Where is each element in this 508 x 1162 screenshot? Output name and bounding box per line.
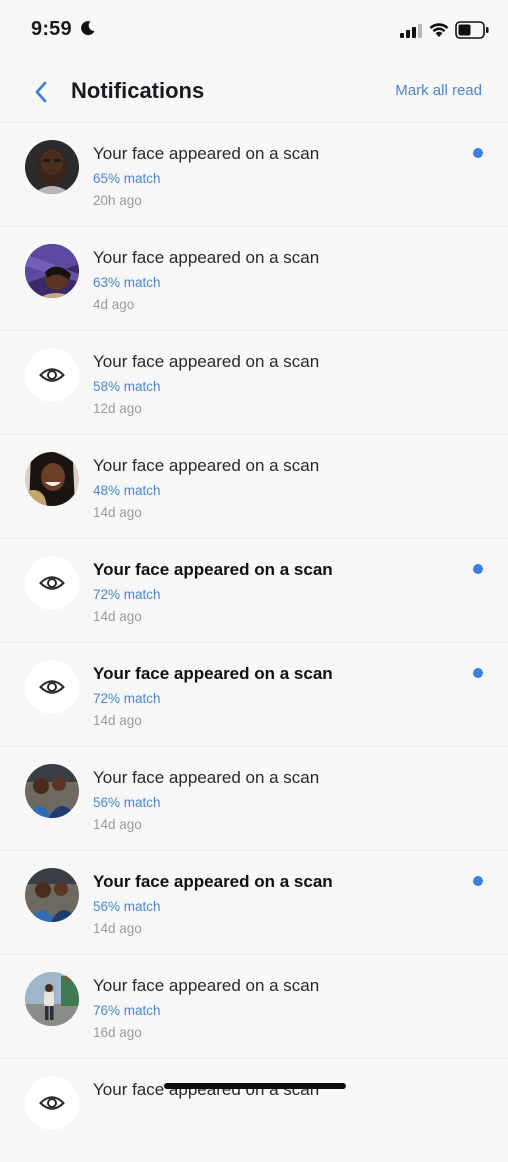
notification-time: 20h ago bbox=[93, 193, 142, 208]
notification-item[interactable]: Your face appeared on a scan 72% match 1… bbox=[0, 642, 508, 746]
notification-item[interactable]: Your face appeared on a scan 56% match 1… bbox=[0, 850, 508, 954]
notification-item[interactable]: Your face appeared on a scan 56% match 1… bbox=[0, 746, 508, 850]
page-title: Notifications bbox=[71, 78, 205, 103]
notification-title: Your face appeared on a scan bbox=[93, 144, 320, 163]
avatar bbox=[25, 972, 79, 1026]
match-percentage: 56% match bbox=[93, 795, 161, 810]
moon-icon bbox=[81, 21, 95, 36]
notification-item[interactable]: Your face appeared on a scan 72% match 1… bbox=[0, 538, 508, 642]
match-percentage: 65% match bbox=[93, 171, 161, 186]
notification-time: 14d ago bbox=[93, 817, 142, 832]
notification-title: Your face appeared on a scan bbox=[93, 248, 320, 267]
notification-title: Your face appeared on a scan bbox=[93, 352, 320, 371]
status-time: 9:59 bbox=[31, 18, 72, 40]
eye-icon bbox=[39, 368, 65, 382]
match-percentage: 72% match bbox=[93, 587, 161, 602]
unread-dot bbox=[473, 876, 483, 886]
notification-item[interactable]: Your face appeared on a scan 63% match 4… bbox=[0, 226, 508, 330]
avatar bbox=[25, 452, 79, 506]
avatar bbox=[25, 140, 79, 194]
notification-time: 14d ago bbox=[93, 713, 142, 728]
avatar bbox=[25, 556, 79, 610]
notification-time: 14d ago bbox=[93, 921, 142, 936]
notification-title: Your face appeared on a scan bbox=[93, 768, 320, 787]
unread-dot bbox=[473, 148, 483, 158]
notification-title: Your face appeared on a scan bbox=[93, 976, 320, 995]
battery-icon bbox=[455, 21, 489, 39]
notification-item[interactable]: Your face appeared on a scan 76% match 1… bbox=[0, 954, 508, 1058]
avatar bbox=[25, 244, 79, 298]
notification-time: 16d ago bbox=[93, 1025, 142, 1040]
notification-time: 12d ago bbox=[93, 401, 142, 416]
notification-time: 14d ago bbox=[93, 609, 142, 624]
match-percentage: 56% match bbox=[93, 899, 161, 914]
cellular-signal-icon bbox=[400, 24, 422, 38]
notification-title: Your face appeared on a scan bbox=[93, 560, 333, 579]
header: Notifications Mark all read bbox=[0, 62, 508, 122]
avatar bbox=[25, 764, 79, 818]
match-percentage: 58% match bbox=[93, 379, 161, 394]
home-indicator[interactable] bbox=[164, 1083, 346, 1089]
notification-item[interactable]: Your face appeared on a scan 65% match 2… bbox=[0, 122, 508, 226]
notification-title: Your face appeared on a scan bbox=[93, 456, 320, 475]
unread-dot bbox=[473, 564, 483, 574]
unread-dot bbox=[473, 668, 483, 678]
match-percentage: 63% match bbox=[93, 275, 161, 290]
match-percentage: 76% match bbox=[93, 1003, 161, 1018]
notification-list: Your face appeared on a scan 65% match 2… bbox=[0, 122, 508, 1162]
notification-title: Your face appeared on a scan bbox=[93, 872, 333, 891]
notification-time: 4d ago bbox=[93, 297, 135, 312]
notification-time: 14d ago bbox=[93, 505, 142, 520]
notification-title: Your face appeared on a scan bbox=[93, 664, 333, 683]
eye-icon bbox=[39, 680, 65, 694]
eye-icon bbox=[39, 576, 65, 590]
avatar bbox=[25, 868, 79, 922]
match-percentage: 48% match bbox=[93, 483, 161, 498]
notification-item[interactable]: Your face appeared on a scan 48% match 1… bbox=[0, 434, 508, 538]
avatar bbox=[25, 1076, 79, 1130]
chevron-left-icon bbox=[35, 81, 47, 103]
status-bar: 9:59 bbox=[0, 0, 508, 60]
match-percentage: 72% match bbox=[93, 691, 161, 706]
avatar bbox=[25, 660, 79, 714]
notification-item[interactable]: Your face appeared on a scan bbox=[0, 1058, 508, 1162]
back-button[interactable] bbox=[26, 76, 56, 108]
eye-icon bbox=[39, 1096, 65, 1110]
wifi-icon bbox=[429, 23, 449, 37]
avatar bbox=[25, 348, 79, 402]
notification-item[interactable]: Your face appeared on a scan 58% match 1… bbox=[0, 330, 508, 434]
mark-all-read-button[interactable]: Mark all read bbox=[395, 82, 482, 99]
